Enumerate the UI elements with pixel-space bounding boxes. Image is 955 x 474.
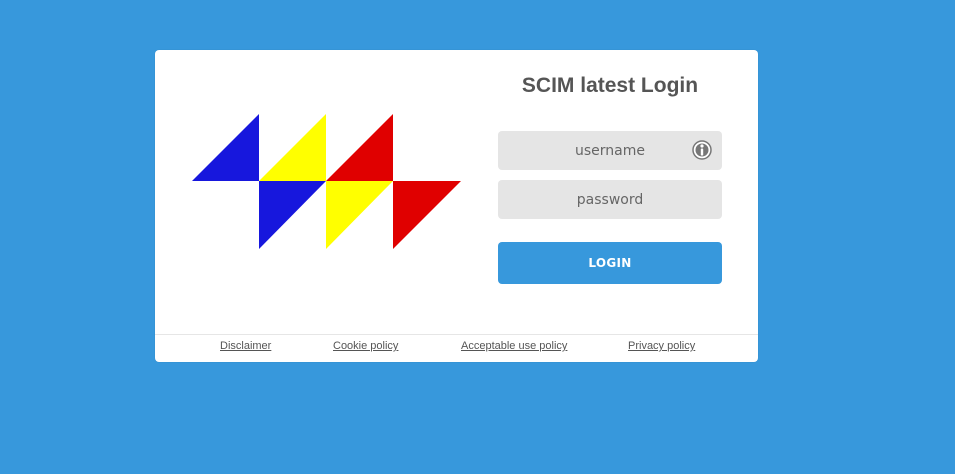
user-info-icon[interactable] (692, 140, 712, 160)
brand-logo (192, 114, 461, 249)
logo-red-triangle-top (326, 114, 393, 181)
login-card: SCIM latest Login LOGIN Disclaimer Cooki… (155, 50, 758, 362)
username-input[interactable] (498, 131, 722, 170)
logo-red-triangle-bottom (393, 181, 461, 249)
logo-blue-triangle-bottom (259, 181, 326, 249)
logo-yellow-triangle-bottom (326, 181, 393, 249)
password-field[interactable] (498, 180, 722, 219)
privacy-policy-link[interactable]: Privacy policy (628, 340, 695, 352)
username-field[interactable] (498, 131, 722, 170)
disclaimer-link[interactable]: Disclaimer (220, 340, 271, 352)
logo-blue-triangle-top (192, 114, 259, 181)
page-title: SCIM latest Login (521, 74, 699, 97)
password-input[interactable] (498, 180, 722, 219)
logo-yellow-triangle-top (259, 114, 326, 181)
login-button[interactable]: LOGIN (498, 242, 722, 284)
acceptable-use-policy-link[interactable]: Acceptable use policy (461, 340, 567, 352)
footer-links: Disclaimer Cookie policy Acceptable use … (155, 334, 758, 362)
cookie-policy-link[interactable]: Cookie policy (333, 340, 398, 352)
